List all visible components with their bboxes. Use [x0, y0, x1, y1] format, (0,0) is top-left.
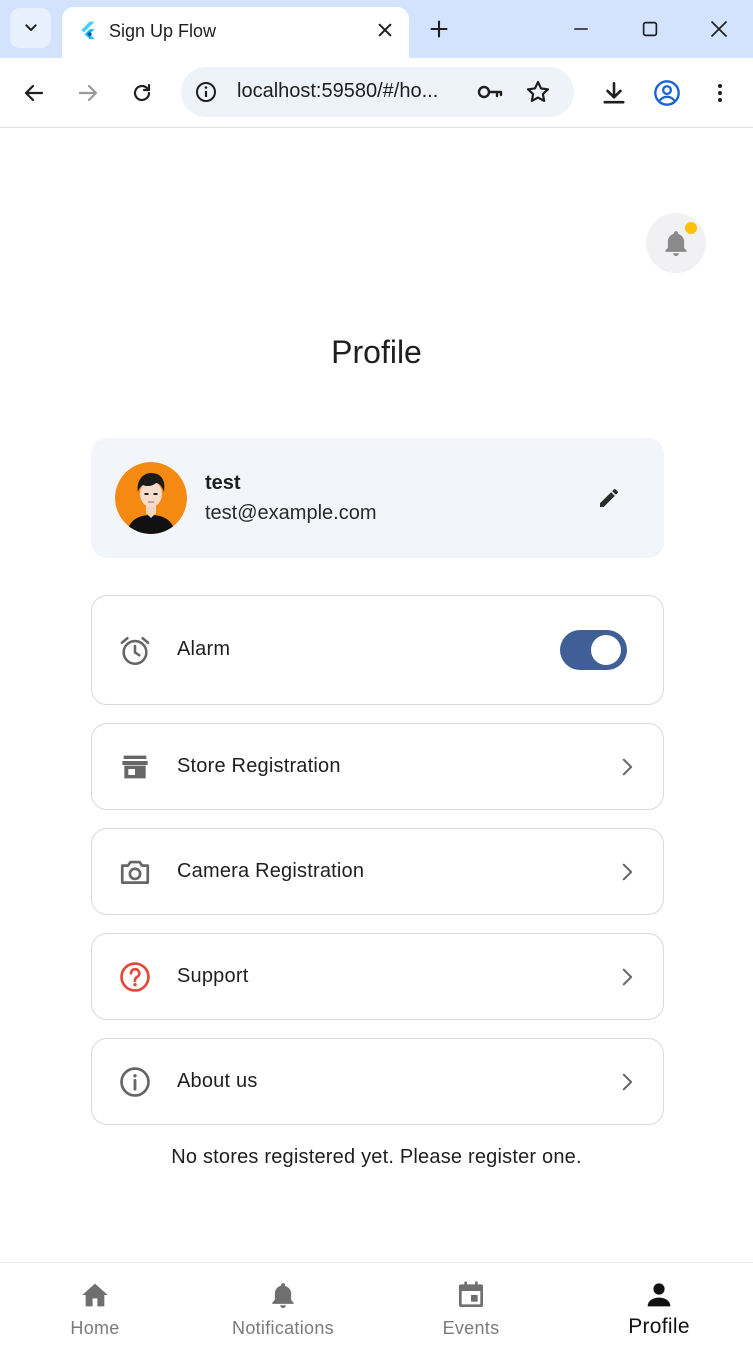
menu-item-camera-registration[interactable]: Camera Registration [91, 828, 664, 915]
minimize-button[interactable] [566, 14, 596, 44]
browser-toolbar: localhost:59580/#/ho... [0, 58, 753, 128]
arrow-right-icon [78, 84, 98, 102]
profile-card: test test@example.com [91, 438, 664, 558]
notification-badge [685, 222, 697, 234]
edit-profile-button[interactable] [593, 482, 625, 514]
flutter-icon [81, 21, 95, 40]
menu-item-support[interactable]: Support [91, 933, 664, 1020]
menu-item-about-us[interactable]: About us [91, 1038, 664, 1125]
chevron-right-icon [612, 962, 642, 992]
nav-label-events: Events [442, 1318, 500, 1338]
calendar-event-icon [453, 1277, 489, 1313]
site-info-button[interactable] [193, 79, 219, 105]
download-icon [603, 81, 625, 104]
url-text[interactable]: localhost:59580/#/ho... [237, 80, 462, 103]
close-icon [378, 23, 392, 37]
plus-icon [430, 20, 448, 38]
menu-label-about-us: About us [177, 1070, 258, 1092]
help-circle-icon [116, 958, 154, 996]
notifications-button[interactable] [646, 213, 706, 273]
empty-stores-message: No stores registered yet. Please registe… [171, 1146, 582, 1168]
reload-icon [133, 83, 151, 102]
close-icon [710, 20, 728, 38]
password-key-button[interactable] [475, 77, 505, 107]
more-menu-button[interactable] [703, 76, 737, 110]
maximize-button[interactable] [635, 14, 665, 44]
person-icon [641, 1277, 677, 1313]
new-tab-button[interactable] [425, 15, 453, 43]
menu-label-store-registration: Store Registration [177, 755, 341, 777]
info-icon [116, 1063, 154, 1101]
bottom-navigation: Home Notifications Events Profile [0, 1262, 753, 1347]
menu-label-support: Support [177, 965, 249, 987]
camera-icon [116, 853, 154, 891]
arrow-left-icon [24, 84, 44, 102]
tab-title: Sign Up Flow [109, 21, 217, 41]
tab-close-button[interactable] [372, 17, 398, 43]
back-button[interactable] [17, 76, 51, 110]
maximize-icon [642, 21, 658, 37]
nav-item-events[interactable]: Events [377, 1263, 565, 1347]
nav-item-home[interactable]: Home [1, 1263, 189, 1347]
tab-search-button[interactable] [10, 8, 51, 48]
storefront-icon [116, 748, 154, 786]
chevron-right-icon [612, 752, 642, 782]
account-circle-icon [654, 80, 680, 106]
minimize-icon [574, 28, 588, 30]
chevron-down-icon [24, 24, 37, 31]
menu-item-store-registration[interactable]: Store Registration [91, 723, 664, 810]
page-title: Profile [331, 334, 422, 370]
profile-email: test@example.com [205, 502, 377, 524]
nav-label-profile: Profile [628, 1315, 690, 1338]
info-icon [196, 82, 216, 102]
avatar[interactable] [115, 462, 187, 534]
bookmark-button[interactable] [523, 77, 553, 107]
menu-label-alarm: Alarm [177, 638, 231, 660]
nav-label-home: Home [70, 1318, 120, 1338]
avatar-illustration [115, 462, 187, 534]
address-bar[interactable]: localhost:59580/#/ho... [181, 67, 574, 117]
key-icon [477, 85, 503, 99]
chevron-right-icon [612, 1067, 642, 1097]
menu-item-alarm: Alarm [91, 595, 664, 705]
nav-item-notifications[interactable]: Notifications [189, 1263, 377, 1347]
more-vertical-icon [718, 84, 722, 102]
chevron-right-icon [612, 857, 642, 887]
toggle-knob [591, 635, 621, 665]
close-window-button[interactable] [704, 14, 734, 44]
pencil-icon [600, 489, 618, 507]
alarm-clock-icon [116, 632, 154, 670]
downloads-button[interactable] [597, 76, 631, 110]
browser-tab[interactable]: Sign Up Flow [62, 7, 409, 58]
home-icon [77, 1277, 113, 1313]
nav-item-profile[interactable]: Profile [565, 1263, 753, 1347]
account-button[interactable] [650, 76, 684, 110]
alarm-toggle[interactable] [560, 630, 627, 670]
profile-name: test [205, 472, 241, 494]
forward-button[interactable] [71, 76, 105, 110]
star-icon [526, 80, 550, 102]
bell-icon [265, 1277, 301, 1313]
nav-label-notifications: Notifications [232, 1318, 334, 1338]
menu-label-camera-registration: Camera Registration [177, 860, 365, 882]
reload-button[interactable] [125, 76, 159, 110]
browser-tab-strip: Sign Up Flow [0, 0, 753, 58]
